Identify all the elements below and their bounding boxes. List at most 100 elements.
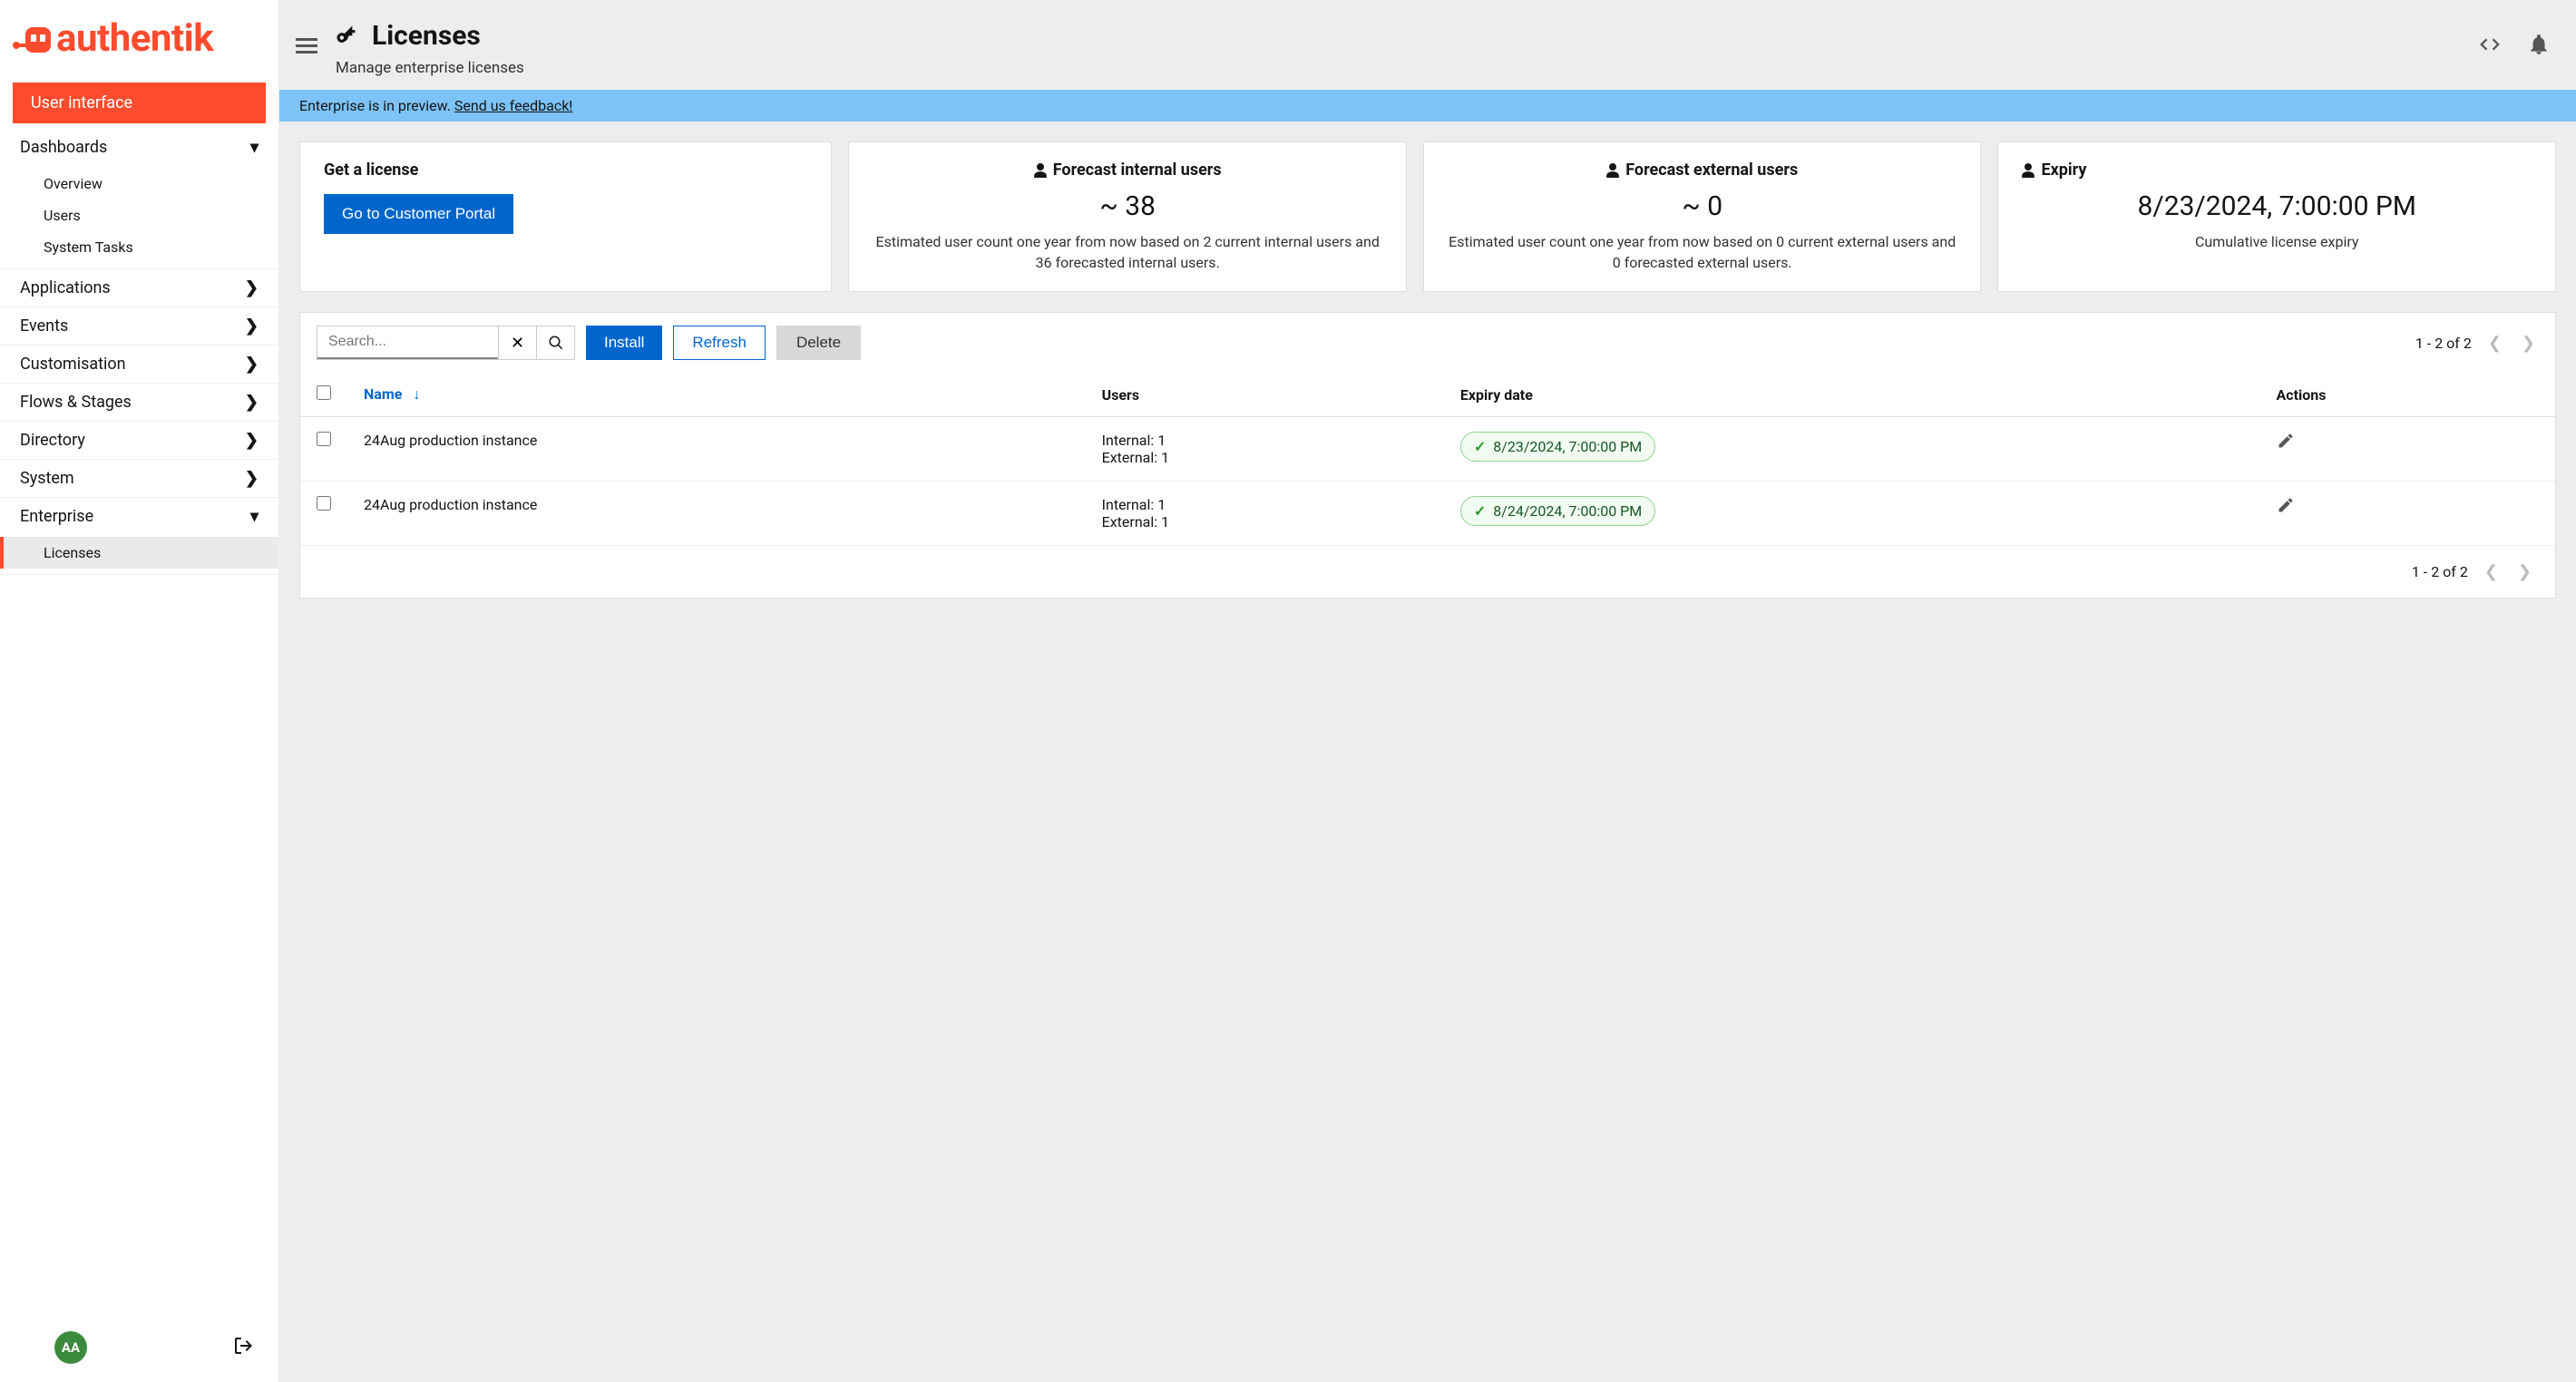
user-icon [1034,163,1047,178]
chevron-down-icon: ▾ [250,138,259,157]
sidebar-group-directory[interactable]: Directory ❯ [0,422,278,459]
search-input[interactable] [317,326,498,359]
sort-arrow-icon: ↓ [413,385,420,403]
chevron-right-icon: ❯ [245,469,259,488]
user-icon [1606,163,1619,178]
pagination-bottom: 1 - 2 of 2 ❮ ❯ [2412,562,2535,581]
chevron-right-icon: ❯ [245,393,259,412]
delete-button[interactable]: Delete [776,326,861,360]
page-title: Licenses [372,20,481,52]
sidebar-item-licenses[interactable]: Licenses [0,537,278,569]
card-forecast-external: Forecast external users ~ 0 Estimated us… [1423,141,1982,292]
code-icon[interactable] [2478,33,2502,60]
sidebar-group-dashboards[interactable]: Dashboards ▾ [0,129,278,166]
card-title-text: Forecast internal users [1053,161,1222,180]
brand-name: authentik [56,16,213,61]
authentik-logo-icon [11,18,53,60]
column-expiry-header: Expiry date [1444,373,2260,417]
expiry-pill: ✓ 8/23/2024, 7:00:00 PM [1460,432,1655,462]
row-users: Internal: 1 External: 1 [1086,482,1444,546]
sidebar: authentik User interface Dashboards ▾ Ov… [0,0,279,1382]
sidebar-group-label: Dashboards [20,138,107,157]
pagination-top: 1 - 2 of 2 ❮ ❯ [2415,334,2539,353]
sidebar-group-label: Customisation [20,355,126,374]
chevron-right-icon: ❯ [245,431,259,450]
sidebar-group-applications[interactable]: Applications ❯ [0,269,278,307]
card-expiry: Expiry 8/23/2024, 7:00:00 PM Cumulative … [1997,141,2556,292]
card-title-text: Expiry [2041,161,2086,180]
banner-feedback-link[interactable]: Send us feedback! [454,97,573,114]
main-content: Licenses Manage enterprise licenses Ente… [279,0,2576,1382]
sidebar-group-label: Enterprise [20,507,93,526]
row-checkbox[interactable] [317,496,331,511]
table-row: 24Aug production instance Internal: 1 Ex… [300,417,2555,482]
sidebar-item-users[interactable]: Users [0,200,278,231]
sidebar-group-system[interactable]: System ❯ [0,460,278,497]
sidebar-group-label: Directory [20,431,85,450]
sidebar-group-label: Events [20,316,68,336]
brand-logo[interactable]: authentik [0,0,278,77]
pagination-prev-button[interactable]: ❮ [2484,334,2505,353]
licenses-table: Name↓ Users Expiry date Actions 24Aug pr… [300,373,2555,546]
page-subtitle: Manage enterprise licenses [336,59,2478,77]
chevron-right-icon: ❯ [245,278,259,297]
sidebar-group-events[interactable]: Events ❯ [0,307,278,345]
column-name-header[interactable]: Name↓ [347,373,1086,417]
sidebar-group-flows-stages[interactable]: Flows & Stages ❯ [0,384,278,421]
forecast-internal-value: ~ 38 [873,190,1382,222]
forecast-external-value: ~ 0 [1448,190,1957,222]
banner-text: Enterprise is in preview. [299,97,454,114]
pagination-prev-button[interactable]: ❮ [2481,562,2502,581]
forecast-internal-desc: Estimated user count one year from now b… [873,231,1382,273]
row-name: 24Aug production instance [347,482,1086,546]
search-clear-button[interactable]: ✕ [498,326,536,359]
refresh-button[interactable]: Refresh [673,326,766,360]
licenses-table-section: ✕ Install Refresh Delete 1 - 2 of 2 ❮ ❯ [299,312,2556,599]
chevron-right-icon: ❯ [245,355,259,374]
user-icon [2022,163,2034,178]
chevron-down-icon: ▾ [250,507,259,526]
edit-icon [2277,432,2295,450]
check-icon: ✓ [1474,438,1486,455]
row-name: 24Aug production instance [347,417,1086,482]
select-all-checkbox[interactable] [317,385,331,400]
search-submit-button[interactable] [536,326,574,359]
sidebar-group-enterprise[interactable]: Enterprise ▾ [0,498,278,535]
sidebar-group-customisation[interactable]: Customisation ❯ [0,346,278,383]
sidebar-group-label: System [20,469,74,488]
hamburger-menu-icon[interactable] [296,34,317,57]
pagination-next-button[interactable]: ❯ [2518,334,2539,353]
card-title: Get a license [324,161,807,180]
pagination-next-button[interactable]: ❯ [2514,562,2535,581]
expiry-value: 8/23/2024, 7:00:00 PM [2022,190,2532,222]
forecast-external-desc: Estimated user count one year from now b… [1448,231,1957,273]
expiry-desc: Cumulative license expiry [2022,231,2532,252]
row-users: Internal: 1 External: 1 [1086,417,1444,482]
edit-icon [2277,496,2295,514]
logout-icon[interactable] [235,1338,253,1358]
sidebar-group-label: Flows & Stages [20,393,132,412]
edit-button[interactable] [2277,436,2295,453]
key-icon [336,24,359,48]
card-forecast-internal: Forecast internal users ~ 38 Estimated u… [848,141,1407,292]
sidebar-nav: User interface Dashboards ▾ Overview Use… [0,77,278,1317]
edit-button[interactable] [2277,501,2295,518]
install-button[interactable]: Install [586,326,662,360]
check-icon: ✓ [1474,502,1486,520]
sidebar-item-user-interface[interactable]: User interface [13,83,266,123]
chevron-right-icon: ❯ [245,316,259,336]
row-checkbox[interactable] [317,432,331,446]
pagination-text: 1 - 2 of 2 [2415,335,2472,352]
column-actions-header: Actions [2260,373,2555,417]
preview-banner: Enterprise is in preview. Send us feedba… [279,90,2576,122]
search-icon [548,335,564,351]
customer-portal-button[interactable]: Go to Customer Portal [324,194,513,234]
sidebar-item-overview[interactable]: Overview [0,168,278,200]
card-get-license: Get a license Go to Customer Portal [299,141,832,292]
avatar[interactable]: AA [54,1331,87,1364]
sidebar-item-system-tasks[interactable]: System Tasks [0,231,278,263]
expiry-pill: ✓ 8/24/2024, 7:00:00 PM [1460,496,1655,526]
search-group: ✕ [317,326,575,360]
bell-icon[interactable] [2527,33,2551,60]
pagination-text: 1 - 2 of 2 [2412,563,2468,580]
